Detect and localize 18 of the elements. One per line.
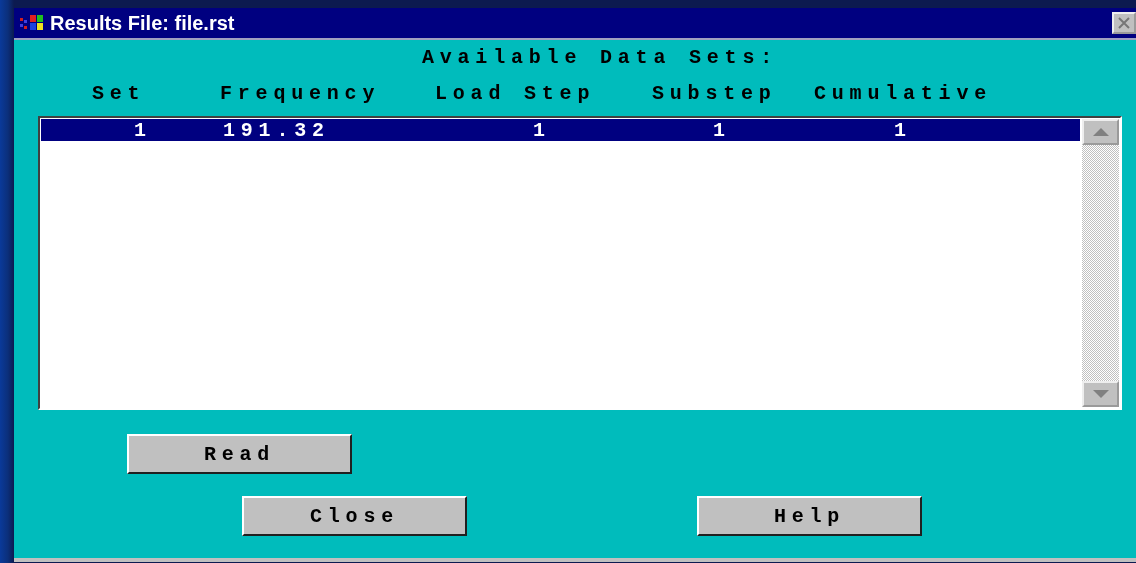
column-header: Load Step: [435, 82, 597, 107]
scroll-down-button[interactable]: [1082, 381, 1119, 407]
dialog-button[interactable]: Close: [242, 496, 467, 536]
app-icon: [20, 14, 44, 32]
scroll-up-button[interactable]: [1082, 119, 1119, 145]
column-header: Substep: [652, 82, 778, 107]
down-arrow-icon: [1092, 390, 1109, 398]
section-heading: Available Data Sets:: [420, 46, 779, 71]
column-header: Frequency: [220, 82, 382, 107]
up-arrow-icon: [1092, 128, 1109, 136]
window-title: Results File: file.rst: [50, 11, 235, 35]
column-header: Cumulative: [814, 82, 994, 107]
dialog-button[interactable]: Help: [697, 496, 922, 536]
column-header: Set: [92, 82, 147, 107]
scrollbar[interactable]: [1082, 119, 1119, 407]
list-row[interactable]: 1 191.32 1 1 1: [41, 119, 1080, 141]
dialog-button[interactable]: Read: [127, 434, 352, 474]
close-icon[interactable]: [1112, 12, 1136, 34]
